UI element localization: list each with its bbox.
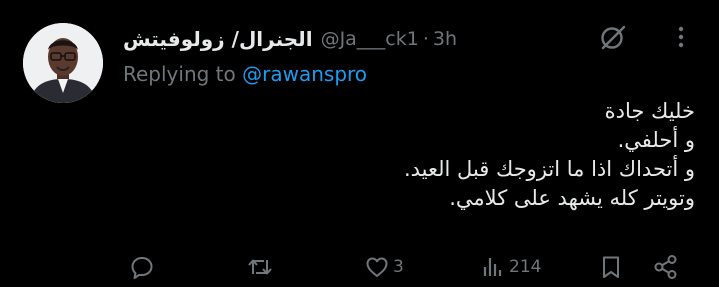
replying-to-handle[interactable]: @rawanspro bbox=[242, 62, 367, 86]
timestamp[interactable]: 3h bbox=[433, 28, 457, 50]
tweet-text-line: خليك جادة bbox=[604, 99, 695, 123]
replying-to: Replying to @rawanspro bbox=[123, 62, 367, 86]
reply-button[interactable] bbox=[129, 249, 158, 285]
grok-icon bbox=[598, 22, 628, 52]
separator-dot: · bbox=[422, 28, 429, 50]
action-bar: 3 214 bbox=[0, 249, 719, 285]
views-button[interactable]: 214 bbox=[480, 249, 541, 285]
display-name[interactable]: الجنرال/ زولوفيتش bbox=[123, 27, 313, 51]
retweet-icon bbox=[246, 254, 274, 280]
tweet-text-line: و أتحداك اذا ما اتزوجك قبل العيد. bbox=[403, 157, 695, 181]
avatar[interactable] bbox=[23, 23, 103, 103]
retweet-button[interactable] bbox=[246, 249, 277, 285]
like-button[interactable]: 3 bbox=[364, 249, 404, 285]
replying-to-label: Replying to bbox=[123, 62, 236, 86]
like-count: 3 bbox=[393, 257, 404, 277]
reply-icon bbox=[129, 254, 155, 280]
tweet-text-line: وتويتر كله يشهد على كلامي. bbox=[449, 186, 695, 210]
grok-button[interactable] bbox=[598, 22, 628, 52]
share-button[interactable] bbox=[652, 249, 680, 285]
more-icon bbox=[678, 25, 684, 49]
tweet-header: الجنرال/ زولوفيتش @Ja___ck1 · 3h bbox=[123, 24, 457, 54]
views-count: 214 bbox=[509, 257, 542, 277]
bookmark-button[interactable] bbox=[598, 249, 624, 285]
bookmark-icon bbox=[598, 254, 624, 280]
share-icon bbox=[652, 253, 680, 281]
heart-icon bbox=[364, 254, 390, 280]
more-options-button[interactable] bbox=[666, 22, 696, 52]
views-icon bbox=[480, 254, 506, 280]
tweet-text: خليك جادة و أحلفي. و أتحداك اذا ما اتزوج… bbox=[135, 97, 695, 213]
user-handle[interactable]: @Ja___ck1 bbox=[321, 28, 419, 50]
tweet-text-line: و أحلفي. bbox=[617, 128, 695, 152]
